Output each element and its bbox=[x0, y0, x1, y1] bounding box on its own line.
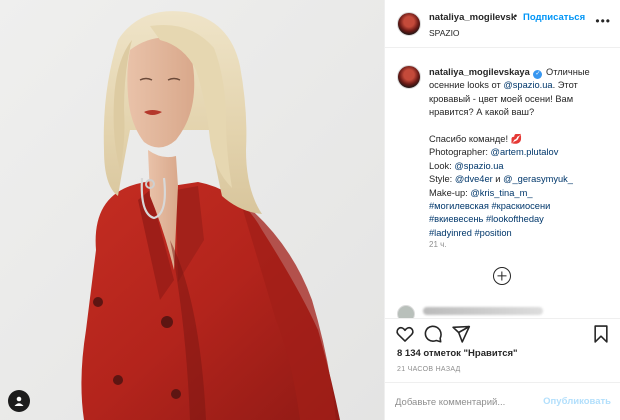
avatar[interactable] bbox=[397, 12, 421, 36]
verified-badge-icon: ✓ bbox=[533, 70, 543, 79]
caption-label: Style: bbox=[429, 174, 455, 185]
follow-separator: • bbox=[514, 11, 518, 21]
comment-input[interactable] bbox=[395, 394, 545, 410]
caption-thanks: Спасибо команде! 💋 bbox=[429, 134, 523, 145]
user-tag-icon[interactable] bbox=[8, 390, 30, 412]
mention-link[interactable]: @_gerasymyuk_ bbox=[503, 174, 573, 184]
list-item bbox=[397, 305, 607, 319]
bookmark-icon[interactable] bbox=[591, 324, 611, 344]
post-location[interactable]: SPAZIO bbox=[429, 28, 460, 38]
comment-preview bbox=[423, 307, 543, 315]
more-options-icon[interactable]: ••• bbox=[595, 14, 611, 28]
person-glyph bbox=[14, 396, 24, 406]
caption-label: Photographer: bbox=[429, 147, 491, 158]
hashtag-link[interactable]: #lookoftheday bbox=[486, 214, 544, 224]
caption-username[interactable]: nataliya_mogilevskaya bbox=[429, 67, 530, 77]
hashtag-link[interactable]: #могилевская bbox=[429, 201, 489, 211]
post-side-panel: nataliya_mogilevsk • Подписаться SPAZIO … bbox=[384, 0, 620, 420]
mention-link[interactable]: @spazio.ua bbox=[503, 80, 552, 90]
comment-icon[interactable] bbox=[423, 324, 443, 344]
likes-count[interactable]: 8 134 отметок "Нравится" bbox=[397, 348, 518, 359]
add-more-comments-icon[interactable] bbox=[493, 267, 511, 285]
action-bar bbox=[385, 318, 620, 348]
follow-button[interactable]: Подписаться bbox=[523, 12, 585, 23]
mention-link[interactable]: @artem.plutalov bbox=[491, 147, 559, 157]
add-comment-bar: Опубликовать bbox=[385, 382, 620, 420]
post-author-username[interactable]: nataliya_mogilevsk bbox=[429, 12, 516, 23]
mention-link[interactable]: @dve4er bbox=[455, 174, 493, 184]
caption-timestamp: 21 ч. bbox=[429, 240, 447, 249]
mention-link[interactable]: @spazio.ua bbox=[454, 161, 503, 171]
commenter-avatar[interactable] bbox=[397, 305, 415, 319]
post-photo[interactable] bbox=[0, 0, 384, 420]
mention-link[interactable]: @kris_tina_m_ bbox=[470, 188, 532, 198]
hashtag-link[interactable]: #position bbox=[475, 228, 512, 238]
caption-label: Look: bbox=[429, 160, 455, 171]
caption-label: Make-up: bbox=[429, 187, 471, 198]
caption-avatar[interactable] bbox=[397, 65, 421, 89]
post-time[interactable]: 21 часов назад bbox=[397, 366, 461, 373]
woman-in-red-coat-photo bbox=[0, 0, 384, 420]
comments-area: nataliya_mogilevskaya ✓ Отличные осенние… bbox=[385, 49, 620, 319]
heart-icon[interactable] bbox=[395, 324, 415, 344]
post-header: nataliya_mogilevsk • Подписаться SPAZIO … bbox=[385, 0, 620, 48]
post-caption: nataliya_mogilevskaya ✓ Отличные осенние… bbox=[429, 66, 609, 240]
share-icon[interactable] bbox=[451, 324, 471, 344]
hashtag-link[interactable]: #краскиосени bbox=[491, 201, 550, 211]
hashtag-link[interactable]: #вкиевесень bbox=[429, 214, 483, 224]
publish-button[interactable]: Опубликовать bbox=[543, 396, 611, 407]
caption-text: и bbox=[492, 174, 504, 185]
hashtag-link[interactable]: #ladyinred bbox=[429, 228, 472, 238]
